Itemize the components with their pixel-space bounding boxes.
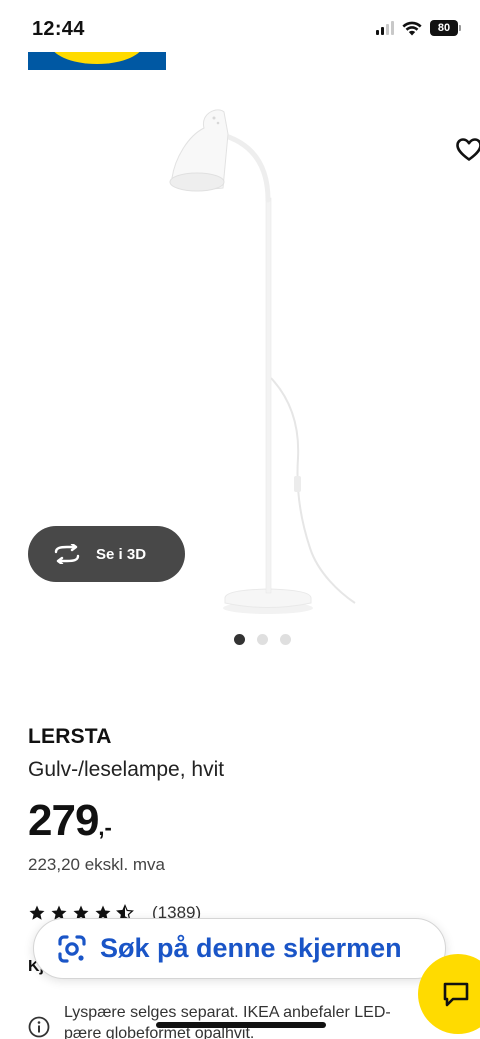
chat-bubble-icon xyxy=(443,982,469,1007)
ikea-logo[interactable] xyxy=(28,52,166,70)
price-suffix: ,- xyxy=(98,815,112,840)
cellular-signal-icon xyxy=(376,21,394,35)
carousel-pagination xyxy=(234,634,291,645)
product-name: LERSTA xyxy=(28,725,112,748)
status-bar: 12:44 80 xyxy=(0,0,480,56)
carousel-dot-3[interactable] xyxy=(280,634,291,645)
product-description: Gulv-/leselampe, hvit xyxy=(28,758,225,781)
product-image-lamp xyxy=(169,109,356,614)
info-icon xyxy=(28,1016,50,1038)
search-screen-button[interactable]: Søk på denne skjermen xyxy=(33,918,446,979)
wifi-icon xyxy=(402,21,422,35)
battery-icon: 80 xyxy=(430,20,461,36)
product-price: 279 ,- xyxy=(28,796,112,846)
bulb-info-text: Lyspære selges separat. IKEA anbefaler L… xyxy=(64,1004,391,1039)
view-in-3d-button[interactable]: Se i 3D xyxy=(28,526,185,582)
rotate-3d-icon xyxy=(54,544,80,564)
search-screen-label: Søk på denne skjermen xyxy=(100,933,402,963)
status-icons: 80 xyxy=(376,20,461,36)
status-time: 12:44 xyxy=(32,18,85,40)
star-full-icon xyxy=(29,905,45,920)
carousel-dot-2[interactable] xyxy=(257,634,268,645)
google-lens-icon xyxy=(58,934,86,963)
price-amount: 279 xyxy=(28,796,99,845)
bulb-info-row: Lyspære selges separat. IKEA anbefaler L… xyxy=(28,1002,424,1039)
price-excl-vat: 223,20 ekskl. mva xyxy=(28,855,166,874)
carousel-dot-1[interactable] xyxy=(234,634,245,645)
home-indicator[interactable] xyxy=(156,1022,326,1028)
view-in-3d-label: Se i 3D xyxy=(96,545,147,563)
